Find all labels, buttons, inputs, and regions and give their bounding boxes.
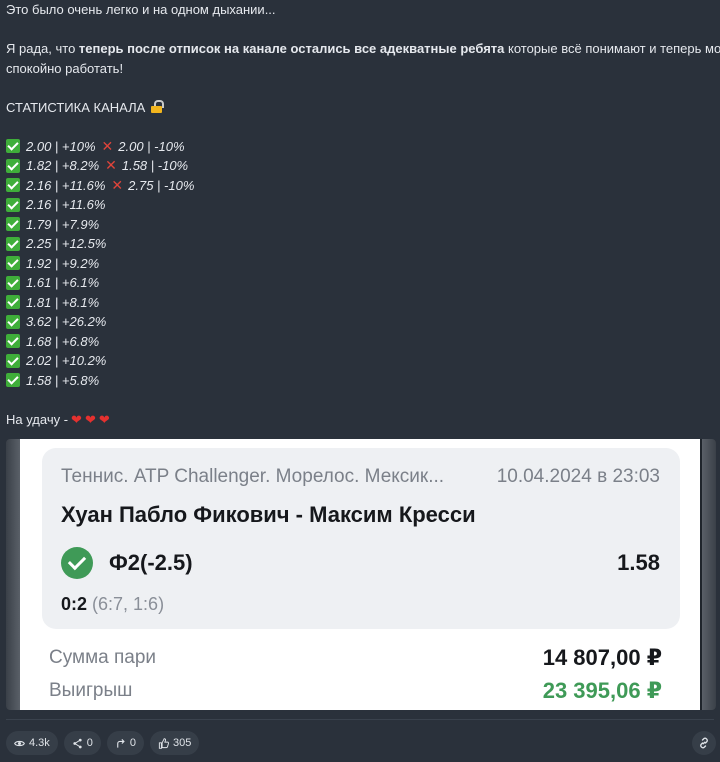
copy-link-button[interactable]	[692, 731, 716, 755]
stake-value: 14 807,00 ₽	[542, 645, 662, 670]
stat-row: 2.25 | +12.5%	[6, 234, 716, 254]
bet-datetime: 10.04.2024 в 23:03	[496, 466, 660, 487]
stat-win: 1.92 | +9.2%	[26, 255, 100, 271]
win-label: Выигрыш	[49, 680, 133, 701]
stat-row: 1.79 | +7.9%	[6, 215, 716, 235]
stat-row: 1.92 | +9.2%	[6, 254, 716, 274]
forward-button[interactable]: 0	[106, 731, 145, 755]
green-check-icon	[6, 373, 20, 388]
like-button[interactable]: 305	[150, 731, 200, 755]
share-icon	[73, 738, 82, 748]
share-button[interactable]: 0	[63, 731, 101, 755]
stat-win: 2.25 | +12.5%	[26, 236, 107, 251]
lock-icon	[150, 99, 165, 113]
green-check-icon	[6, 256, 20, 271]
message-body: Это было очень легко и на одном дыхании.…	[6, 0, 720, 430]
score-value: 0:2	[61, 594, 88, 614]
heart-icon: ❤	[71, 411, 82, 427]
paragraph-bold: теперь после отписок на канале остались …	[78, 41, 505, 56]
stat-win: 2.16 | +11.6%	[26, 197, 106, 212]
stats-heading: СТАТИСТИКА КАНАЛА	[6, 98, 716, 118]
match-score: 0:2 (6:7, 1:6)	[61, 594, 164, 615]
stake-label: Сумма пари	[49, 647, 157, 668]
luck-line: На удачу - ❤ ❤ ❤	[6, 410, 716, 430]
green-check-icon	[6, 275, 20, 290]
stat-win: 2.16 | +11.6%	[26, 177, 106, 193]
stat-row: 1.61 | +6.1%	[6, 273, 716, 293]
bet-screenshot-image[interactable]: Теннис. ATP Challenger. Морелос. Мексик.…	[6, 439, 716, 710]
stat-win: 1.81 | +8.1%	[26, 294, 100, 310]
stats-list: 2.00 | +10% ✕ 2.00 | -10% 1.82 | +8.2% ✕ 1.58…	[6, 137, 716, 391]
red-cross-icon: ✕	[101, 137, 114, 154]
views-count: 4.3k	[29, 737, 50, 749]
blurred-edge	[702, 439, 716, 710]
green-check-icon	[6, 295, 20, 310]
green-check-icon	[6, 197, 20, 212]
stats-title: СТАТИСТИКА КАНАЛА	[6, 99, 146, 115]
message-footer: 4.3k 0 0 305	[6, 731, 200, 755]
luck-text: На удачу -	[6, 411, 69, 427]
stat-win: 1.79 | +7.9%	[26, 216, 100, 232]
league-name: Теннис. ATP Challenger. Морелос. Мексик.…	[61, 466, 445, 487]
check-circle-icon	[61, 547, 93, 579]
bet-type: Ф2(-2.5)	[109, 550, 193, 575]
link-icon	[700, 737, 708, 749]
thumbs-up-icon	[158, 737, 170, 749]
stat-win: 2.00 | +10%	[26, 138, 96, 154]
stat-row: 3.62 | +26.2%	[6, 312, 716, 332]
green-check-icon	[6, 158, 20, 173]
green-check-icon	[6, 139, 20, 154]
paragraph-line-2: спокойно работать!	[6, 60, 124, 76]
stat-loss: 1.58 | -10%	[121, 158, 189, 173]
forward-icon	[117, 738, 125, 748]
stat-row: 2.16 | +11.6%	[6, 195, 716, 215]
green-check-icon	[6, 353, 20, 368]
heart-icon: ❤	[98, 411, 110, 427]
match-title: Хуан Пабло Фикович - Максим Кресси	[61, 502, 476, 527]
paragraph-line-1: Я рада, что теперь после отписок на кана…	[6, 39, 720, 59]
stat-loss: 2.75 | -10%	[128, 177, 195, 193]
green-check-icon	[6, 217, 20, 232]
stat-win: 1.58 | +5.8%	[26, 372, 100, 388]
shares-count: 0	[86, 737, 93, 749]
stat-win: 1.82 | +8.2%	[26, 158, 100, 173]
green-check-icon	[6, 334, 20, 349]
paragraph-prefix: Я рада, что	[6, 41, 79, 56]
stat-row: 1.68 | +6.8%	[6, 332, 716, 352]
stat-row: 1.58 | +5.8%	[6, 371, 716, 391]
likes-count: 305	[173, 737, 192, 749]
stat-win: 2.02 | +10.2%	[26, 353, 107, 368]
stat-win: 1.68 | +6.8%	[26, 333, 100, 349]
eye-icon	[14, 740, 25, 746]
bet-coefficient: 1.58	[617, 550, 660, 575]
win-row: Выигрыш 23 395,06 ₽	[49, 678, 662, 704]
red-cross-icon: ✕	[111, 176, 124, 193]
green-check-icon	[6, 178, 20, 193]
bet-row: Ф2(-2.5) 1.58	[61, 546, 660, 580]
bet-card: Теннис. ATP Challenger. Морелос. Мексик.…	[42, 448, 680, 629]
stat-row: 2.02 | +10.2%	[6, 351, 716, 371]
blurred-edge	[6, 439, 20, 710]
bet-slip: Теннис. ATP Challenger. Морелос. Мексик.…	[20, 439, 700, 710]
red-cross-icon: ✕	[105, 157, 117, 173]
green-check-icon	[6, 236, 20, 251]
stat-win: 3.62 | +26.2%	[26, 314, 107, 329]
paragraph-rest: которые всё понимают и теперь можно	[507, 41, 720, 56]
stat-row: 1.81 | +8.1%	[6, 293, 716, 313]
heart-icon: ❤	[84, 411, 96, 427]
set-scores: (6:7, 1:6)	[92, 594, 165, 614]
bet-card-header: Теннис. ATP Challenger. Морелос. Мексик.…	[61, 466, 660, 488]
intro-text: Это было очень легко и на одном дыхании.…	[6, 2, 276, 17]
green-check-icon	[6, 314, 20, 329]
stat-row: 2.00 | +10% ✕ 2.00 | -10%	[6, 137, 716, 157]
stat-row: 1.82 | +8.2% ✕ 1.58 | -10%	[6, 156, 716, 176]
stat-loss: 2.00 | -10%	[118, 138, 185, 154]
divider	[6, 719, 714, 720]
win-value: 23 395,06 ₽	[542, 678, 662, 703]
stat-row: 2.16 | +11.6% ✕ 2.75 | -10%	[6, 176, 716, 196]
stake-row: Сумма пари 14 807,00 ₽	[49, 645, 662, 671]
forwards-count: 0	[129, 737, 137, 749]
stat-win: 1.61 | +6.1%	[26, 275, 100, 290]
views-counter[interactable]: 4.3k	[6, 731, 58, 755]
